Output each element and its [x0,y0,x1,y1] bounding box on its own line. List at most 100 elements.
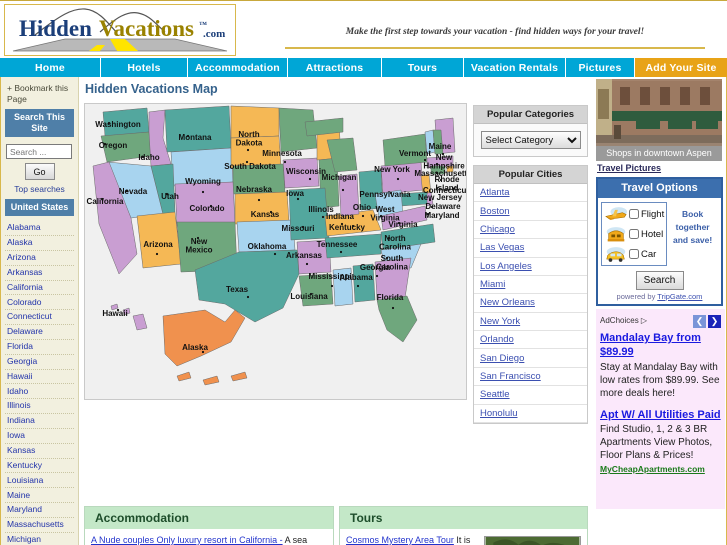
map-state-label[interactable]: Virginia [388,220,418,229]
map-state-label[interactable]: Vermont [399,149,431,158]
state-link[interactable]: Massachusetts [5,518,74,533]
map-state-label[interactable]: New York [374,165,410,174]
state-link[interactable]: California [5,281,74,296]
map-state-label[interactable]: Hawaii [102,309,127,318]
map-state-marker[interactable] [103,142,107,146]
state-link[interactable]: Idaho [5,384,74,400]
map-state-montana[interactable] [164,105,232,153]
map-state-marker[interactable] [330,284,334,288]
map-state-label[interactable]: Wisconsin [286,167,326,176]
nav-item-attractions[interactable]: Attractions [288,58,382,77]
map-state-label[interactable]: California [87,197,124,206]
state-link[interactable]: Florida [5,340,74,355]
accommodation-entry-1-link[interactable]: A Nude couples Only luxury resort in Cal… [91,535,283,545]
map-state-marker[interactable] [379,214,383,218]
map-state-marker[interactable] [186,134,190,138]
map-state-kansas[interactable] [234,191,290,225]
travel-pictures-link[interactable]: Travel Pictures [597,163,722,173]
state-link[interactable]: Kentucky [5,459,74,474]
map-state-marker[interactable] [196,236,200,240]
category-select[interactable]: Select CategoryHotelsAccommodationAttrac… [480,131,581,149]
map-state-label[interactable]: Arizona [143,240,173,249]
state-link[interactable]: Indiana [5,414,74,429]
state-link[interactable]: Michigan [5,533,74,545]
map-state-marker[interactable] [301,225,305,229]
map-state-marker[interactable] [321,215,325,219]
state-link[interactable]: Connecticut [5,310,74,326]
map-state-marker[interactable] [430,205,434,209]
map-state-marker[interactable] [165,192,169,196]
map-state-marker[interactable] [435,171,439,175]
nav-item-hotels[interactable]: Hotels [101,58,188,77]
city-link[interactable]: San Diego [474,349,587,368]
state-link[interactable]: Hawaii [5,370,74,385]
map-state-label[interactable]: Wyoming [185,177,221,186]
travel-option-flight[interactable]: Flight [604,204,664,224]
ad-url[interactable]: MyCheapApartments.com [600,464,721,474]
map-state-marker[interactable] [356,284,360,288]
map-state-marker[interactable] [273,252,277,256]
map-state-label[interactable]: Georgia [360,263,391,272]
map-state-label[interactable]: Michigan [322,173,357,182]
state-link[interactable]: Alabama [5,221,74,236]
hotel-checkbox[interactable] [629,229,639,239]
state-link[interactable]: Colorado [5,295,74,311]
map-state-label[interactable]: Minnesota [262,149,302,158]
map-state-marker[interactable] [141,155,145,159]
nav-item-add-your-site[interactable]: Add Your Site [635,58,727,77]
state-link[interactable]: Arkansas [5,266,74,281]
city-link[interactable]: San Francisco [474,368,587,387]
state-link[interactable]: Alaska [5,236,74,251]
map-state-marker[interactable] [439,178,443,182]
map-state-label[interactable]: Nebraska [236,185,273,194]
map-state-label[interactable]: Alabama [339,273,373,282]
city-link[interactable]: Atlanta [474,184,587,203]
map-state-label[interactable]: Montana [179,133,212,142]
ad-title[interactable]: Mandalay Bay from $89.99 [600,332,721,360]
map-state-marker[interactable] [341,188,345,192]
map-state-marker[interactable] [389,191,393,195]
map-state-label[interactable]: Louisiana [290,292,328,301]
search-go-button[interactable]: Go [24,163,55,181]
map-state-marker[interactable] [116,308,120,312]
ad-prev-button[interactable]: ❮ [693,315,706,328]
map-state-marker[interactable] [107,121,111,125]
map-state-label[interactable]: Kansas [251,210,280,219]
map-state-label[interactable]: Arkansas [286,251,323,260]
state-link[interactable]: Iowa [5,429,74,444]
state-link[interactable]: Delaware [5,325,74,340]
map-state-label[interactable]: Colorado [189,204,224,213]
map-state-marker[interactable] [209,204,213,208]
map-state-marker[interactable] [428,198,432,202]
map-state-label[interactable]: Oklahoma [248,242,287,251]
map-state-marker[interactable] [397,221,401,225]
map-state-marker[interactable] [155,252,159,256]
map-state-marker[interactable] [426,212,430,216]
state-link[interactable]: Louisiana [5,473,74,489]
car-checkbox[interactable] [629,249,639,259]
map-state-label[interactable]: Washington [95,120,141,129]
search-input[interactable] [6,144,72,160]
city-link[interactable]: Miami [474,276,587,295]
map-state-marker[interactable] [296,197,300,201]
nav-item-accommodation[interactable]: Accommodation [188,58,288,77]
travel-option-car[interactable]: Car [604,244,664,264]
map-state-label[interactable]: Utah [161,192,179,201]
map-state-label[interactable]: Indiana [326,212,355,221]
city-link[interactable]: Boston [474,202,587,221]
map-state-marker[interactable] [385,256,389,260]
map-state-label[interactable]: Maine [429,142,452,151]
city-link[interactable]: New Orleans [474,294,587,313]
map-state-label[interactable]: Tennessee [317,240,358,249]
nav-item-tours[interactable]: Tours [382,58,464,77]
map-state-marker[interactable] [245,160,249,164]
map-state-marker[interactable] [100,197,104,201]
map-state-marker[interactable] [340,222,344,226]
state-link[interactable]: Kansas [5,444,74,459]
map-state-label[interactable]: Texas [226,285,249,294]
city-link[interactable]: Chicago [474,221,587,240]
site-logo[interactable]: Hidden Vacations ™ .com [4,4,236,56]
map-state-label[interactable]: New Jersey [418,193,463,202]
tours-entry-1-link[interactable]: Cosmos Mystery Area Tour [346,535,454,545]
nav-item-home[interactable]: Home [0,58,101,77]
